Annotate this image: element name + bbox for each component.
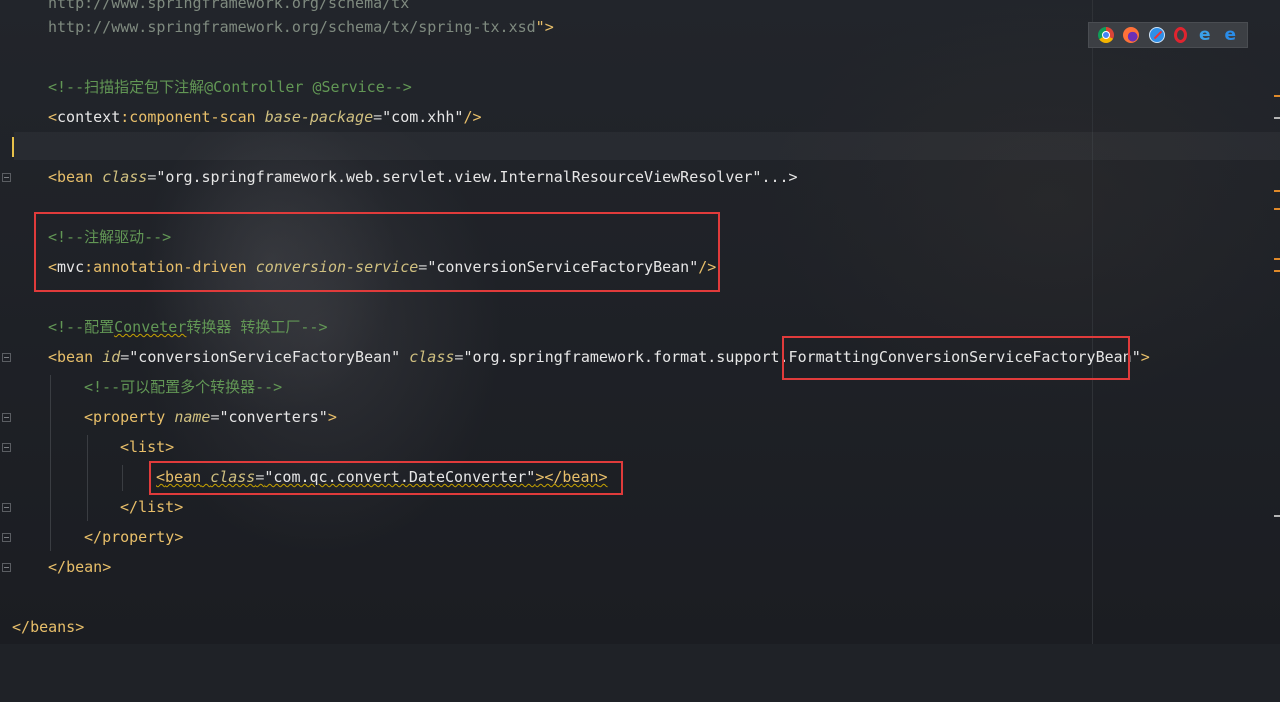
schema-url-text: http://www.springframework.org/schema/tx… <box>48 18 536 36</box>
code-line: </list> <box>120 498 184 516</box>
code-comment: 转换器 转换工厂--> <box>186 318 328 336</box>
chrome-icon[interactable] <box>1097 27 1114 43</box>
code-line: <bean id="conversionServiceFactoryBean" … <box>48 348 1150 366</box>
xml-tag-name: bean <box>57 168 94 186</box>
xml-tag-name: list <box>138 498 175 516</box>
code-line: http://www.springframework.org/schema/tx… <box>0 12 554 42</box>
spellcheck-word: Conveter <box>114 318 187 336</box>
edge-icon[interactable]: e <box>1222 27 1238 44</box>
code-line: <bean class="org.springframework.web.ser… <box>48 168 798 186</box>
xml-attribute-value: "conversionServiceFactoryBean" <box>129 348 401 366</box>
xml-attribute: id <box>102 348 121 366</box>
scrollbar-marker[interactable] <box>1274 270 1280 272</box>
indent-guide <box>87 435 88 521</box>
code-line: <!--注解驱动--> <box>0 222 171 252</box>
code-line: <!--扫描指定包下注解@Controller @Service--> <box>0 72 412 102</box>
xml-attribute-value: "converters" <box>219 408 328 426</box>
ie-icon[interactable]: e <box>1197 27 1213 44</box>
tag-bracket: "> <box>535 18 554 36</box>
indent-guide <box>122 465 123 491</box>
current-line-highlight <box>14 132 1280 160</box>
code-line: <bean class="com.qc.convert.DateConverte… <box>156 468 608 486</box>
scrollbar-marker[interactable] <box>1274 208 1280 210</box>
indent-guide <box>50 375 51 551</box>
code-line: <mvc:annotation-driven conversion-servic… <box>48 258 717 276</box>
code-line: <property name="converters"> <box>84 408 337 426</box>
xml-attribute-value: "com.xhh" <box>382 108 464 126</box>
highlight-box-date-converter <box>149 461 623 495</box>
xml-attribute: base-package <box>264 108 374 126</box>
code-line: <!--配置Conveter转换器 转换工厂--> <box>0 312 328 342</box>
xml-attribute-value: "org.springframework.format.support. <box>463 348 789 366</box>
xml-tag-name: beans <box>30 618 76 636</box>
right-margin-guide <box>1092 0 1093 644</box>
code-comment: <!--可以配置多个转换器--> <box>84 378 283 396</box>
code-line: </beans> <box>12 618 85 636</box>
code-comment: <!--扫描指定包下注解@Controller @Service--> <box>48 78 412 96</box>
xml-attribute-value: "org.springframework.web.servlet.view.In… <box>156 168 762 186</box>
scrollbar-marker[interactable] <box>1274 258 1280 260</box>
xml-attribute: name <box>174 408 211 426</box>
code-line: <list> <box>120 438 175 456</box>
folded-content[interactable]: ...> <box>761 168 797 186</box>
highlight-box-formatting-factory <box>782 336 1130 380</box>
xml-tag-name: list <box>129 438 166 456</box>
xml-tag-name: component-scan <box>129 108 256 126</box>
xml-attribute-value: " <box>1131 348 1141 366</box>
opera-icon[interactable] <box>1174 27 1188 43</box>
xml-tag-name: bean <box>66 558 103 576</box>
code-comment: <!--配置 <box>48 318 115 336</box>
code-line: </property> <box>84 528 184 546</box>
xml-attribute: class <box>102 168 148 186</box>
highlight-box-annotation-driven <box>34 212 720 292</box>
code-editor[interactable]: http://www.springframework.org/schema/tx… <box>0 0 1280 644</box>
code-line: <!--可以配置多个转换器--> <box>0 372 282 402</box>
xml-tag-name: property <box>93 408 166 426</box>
scrollbar-marker[interactable] <box>1274 190 1280 192</box>
scrollbar-marker[interactable] <box>1274 95 1280 97</box>
xml-tag-name: bean <box>57 348 94 366</box>
code-line: <context:component-scan base-package="co… <box>48 108 482 126</box>
xml-namespace: context <box>57 108 121 126</box>
scrollbar-marker[interactable] <box>1274 515 1280 517</box>
code-line: </bean> <box>48 558 112 576</box>
safari-icon[interactable] <box>1148 27 1165 43</box>
scrollbar-marker[interactable] <box>1274 117 1280 119</box>
xml-attribute: class <box>409 348 455 366</box>
browser-preview-bar: e e <box>1088 22 1248 48</box>
firefox-icon[interactable] <box>1123 27 1140 43</box>
xml-tag-name: property <box>102 528 175 546</box>
